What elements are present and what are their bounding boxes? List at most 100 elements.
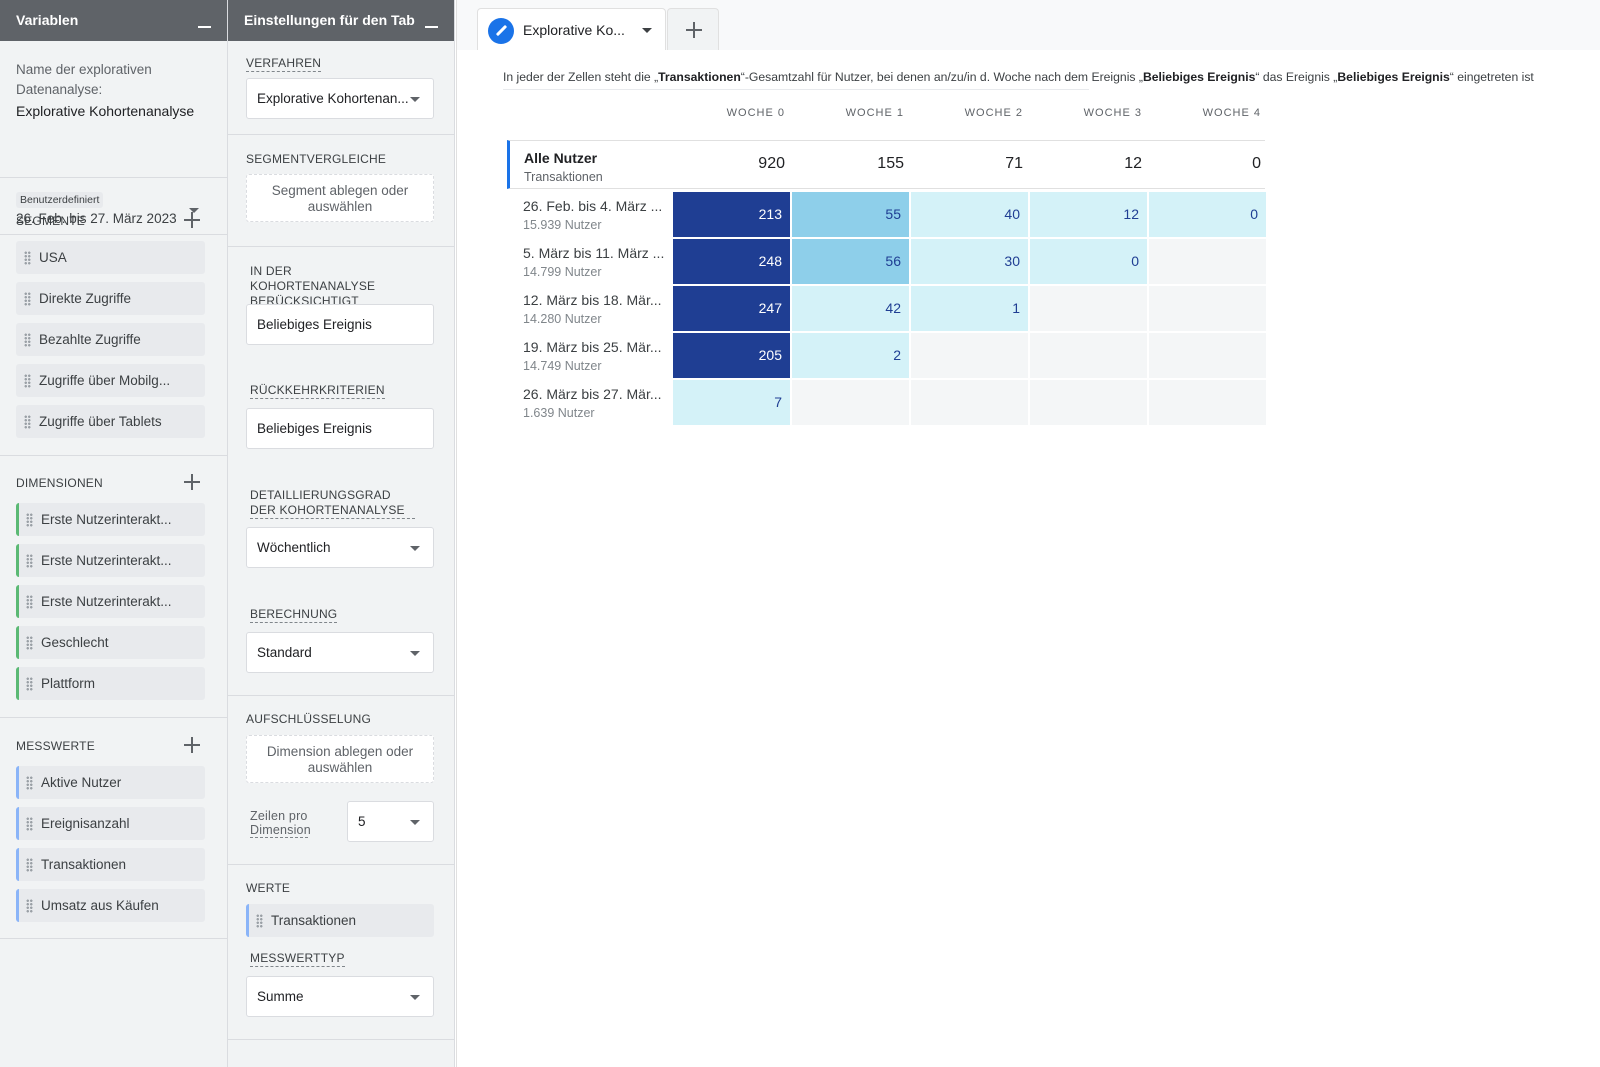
drag-handle-icon[interactable] (24, 251, 31, 265)
segment-chip[interactable]: Direkte Zugriffe (16, 282, 205, 315)
cohort-cell[interactable]: 12 (1030, 192, 1147, 237)
metric-chip[interactable]: Transaktionen (16, 848, 205, 881)
drag-handle-icon[interactable] (26, 513, 33, 527)
breakdown-label: AUFSCHLÜSSELUNG (246, 712, 372, 726)
cohort-cell-empty[interactable] (1030, 286, 1147, 331)
total-value: 155 (877, 155, 904, 172)
value-chip[interactable]: Transaktionen (246, 904, 434, 937)
drag-handle-icon[interactable] (26, 595, 33, 609)
cohort-cell-empty[interactable] (1149, 380, 1266, 425)
cohort-cell-empty[interactable] (1030, 333, 1147, 378)
drag-handle-icon[interactable] (26, 858, 33, 872)
dimension-chip[interactable]: Plattform (16, 667, 205, 700)
drag-handle-icon[interactable] (26, 636, 33, 650)
cohort-cell[interactable]: 2 (792, 333, 909, 378)
week-header[interactable]: WOCHE 2 (913, 107, 1023, 119)
cohort-row-label: 5. März bis 11. März ... (523, 245, 665, 261)
cohort-cell-empty[interactable] (1149, 239, 1266, 284)
minimize-icon[interactable] (425, 26, 438, 28)
rows-per-dimension-value: 5 (358, 814, 366, 829)
metric-type-dropdown[interactable]: Summe (246, 976, 434, 1017)
segment-chip[interactable]: Zugriffe über Mobilg... (16, 364, 205, 397)
technique-section: VERFAHREN Explorative Kohortenan... (228, 41, 454, 135)
main-canvas: Explorative Ko... In jeder der Zellen st… (456, 0, 1600, 1067)
cohort-cell-empty[interactable] (792, 380, 909, 425)
description-text: “ eingetreten ist (1449, 70, 1534, 84)
rows-per-dimension-dropdown[interactable]: 5 (347, 801, 434, 842)
add-dimension-plus-icon[interactable] (184, 474, 200, 490)
drag-handle-icon[interactable] (26, 677, 33, 691)
dimension-chip[interactable]: Erste Nutzerinterakt... (16, 585, 205, 618)
drag-handle-icon[interactable] (24, 374, 31, 388)
cohort-row-users: 14.749 Nutzer (523, 359, 602, 373)
week-header[interactable]: WOCHE 4 (1151, 107, 1261, 119)
cohort-inclusion-field[interactable]: Beliebiges Ereignis (246, 304, 434, 345)
granularity-dropdown[interactable]: Wöchentlich (246, 527, 434, 568)
metric-chip[interactable]: Aktive Nutzer (16, 766, 205, 799)
cohort-cell[interactable]: 42 (792, 286, 909, 331)
cohort-cell[interactable]: 248 (673, 239, 790, 284)
cohort-cell-empty[interactable] (1149, 333, 1266, 378)
tab-bar: Explorative Ko... (457, 0, 1600, 50)
exploration-tab[interactable]: Explorative Ko... (477, 8, 666, 50)
drag-handle-icon[interactable] (26, 776, 33, 790)
drag-handle-icon[interactable] (24, 415, 31, 429)
cohort-cell[interactable]: 55 (792, 192, 909, 237)
variables-panel-title: Variablen (16, 12, 79, 28)
drag-handle-icon[interactable] (24, 292, 31, 306)
tab-title[interactable]: Explorative Ko... (523, 22, 625, 38)
week-header[interactable]: WOCHE 3 (1032, 107, 1142, 119)
add-metric-plus-icon[interactable] (184, 737, 200, 753)
drag-handle-icon[interactable] (256, 914, 263, 928)
cohort-cell-empty[interactable] (911, 333, 1028, 378)
metric-chip[interactable]: Ereignisanzahl (16, 807, 205, 840)
calculation-label: BERECHNUNG (250, 607, 338, 623)
segment-chip[interactable]: USA (16, 241, 205, 274)
segment-compare-section: SEGMENTVERGLEICHE Segment ablegen oder a… (228, 135, 454, 247)
dimension-chip[interactable]: Erste Nutzerinterakt... (16, 544, 205, 577)
cohort-cell[interactable]: 56 (792, 239, 909, 284)
cohort-cell[interactable]: 1 (911, 286, 1028, 331)
cohort-cell-empty[interactable] (1149, 286, 1266, 331)
description-text: In jeder der Zellen steht die „ (503, 70, 659, 84)
technique-dropdown[interactable]: Explorative Kohortenan... (246, 78, 434, 119)
minimize-icon[interactable] (198, 26, 211, 28)
add-segment-plus-icon[interactable] (184, 212, 200, 228)
cohort-row-users: 15.939 Nutzer (523, 218, 602, 232)
dimension-chip[interactable]: Geschlecht (16, 626, 205, 659)
pencil-edit-icon[interactable] (488, 18, 514, 44)
cohort-row-label: 26. März bis 27. Mär... (523, 386, 662, 402)
cohort-cell[interactable]: 0 (1030, 239, 1147, 284)
rows-per-dimension-label: Zeilen pro Dimension (250, 809, 311, 838)
drag-handle-icon[interactable] (24, 333, 31, 347)
exploration-name-value[interactable]: Explorative Kohortenanalyse (16, 101, 211, 121)
dimension-chip[interactable]: Erste Nutzerinterakt... (16, 503, 205, 536)
metric-chip[interactable]: Umsatz aus Käufen (16, 889, 205, 922)
cohort-cell[interactable]: 213 (673, 192, 790, 237)
drag-handle-icon[interactable] (26, 817, 33, 831)
return-criteria-field[interactable]: Beliebiges Ereignis (246, 408, 434, 449)
description-underline (503, 89, 1089, 90)
segment-chip[interactable]: Zugriffe über Tablets (16, 405, 205, 438)
week-header[interactable]: WOCHE 1 (794, 107, 904, 119)
drag-handle-icon[interactable] (26, 554, 33, 568)
drag-handle-icon[interactable] (26, 899, 33, 913)
metrics-title: MESSWERTE (16, 739, 95, 753)
add-tab-button[interactable] (667, 8, 719, 50)
metric-type-value: Summe (257, 989, 304, 1004)
segment-drop-zone[interactable]: Segment ablegen oder auswählen (246, 174, 434, 222)
cohort-cell[interactable]: 247 (673, 286, 790, 331)
cohort-cell[interactable]: 0 (1149, 192, 1266, 237)
calculation-dropdown[interactable]: Standard (246, 632, 434, 673)
segment-chip[interactable]: Bezahlte Zugriffe (16, 323, 205, 356)
cohort-cell[interactable]: 7 (673, 380, 790, 425)
cohort-cell[interactable]: 40 (911, 192, 1028, 237)
cohort-cell[interactable]: 205 (673, 333, 790, 378)
cohort-cell-empty[interactable] (911, 380, 1028, 425)
cohort-cell-empty[interactable] (1030, 380, 1147, 425)
caret-down-icon[interactable] (642, 28, 652, 33)
cohort-cell[interactable]: 30 (911, 239, 1028, 284)
week-header[interactable]: WOCHE 0 (675, 107, 785, 119)
dimension-drop-zone[interactable]: Dimension ablegen oder auswählen (246, 735, 434, 783)
values-section: WERTE Transaktionen MESSWERTTYP Summe (228, 865, 454, 1040)
